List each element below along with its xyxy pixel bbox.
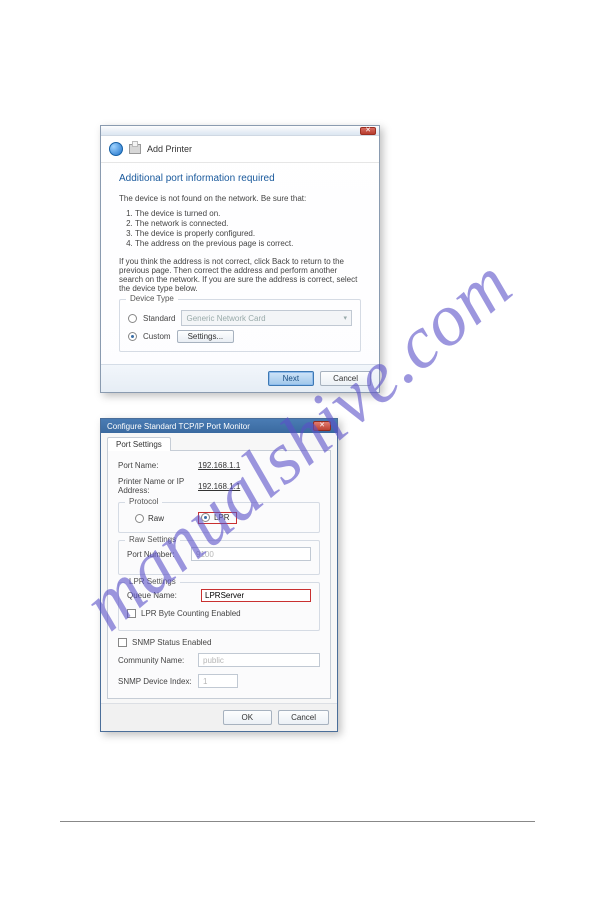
printer-icon	[129, 144, 141, 154]
port-number-input	[191, 547, 311, 561]
list-item: The device is turned on.	[135, 209, 361, 219]
window-title: Configure Standard TCP/IP Port Monitor	[107, 422, 250, 431]
dialog-body: Additional port information required The…	[101, 163, 379, 364]
list-item: The device is properly configured.	[135, 229, 361, 239]
cancel-button[interactable]: Cancel	[320, 371, 371, 386]
protocol-legend: Protocol	[125, 497, 162, 506]
radio-custom[interactable]	[128, 332, 137, 341]
port-number-label: Port Number:	[127, 550, 191, 559]
tabstrip: Port Settings	[107, 437, 331, 451]
intro-text: The device is not found on the network. …	[119, 194, 361, 203]
next-button[interactable]: Next	[268, 371, 314, 386]
lpr-highlight: LPR	[198, 512, 237, 524]
tab-port-settings[interactable]: Port Settings	[107, 437, 171, 451]
queue-name-label: Queue Name:	[127, 591, 201, 600]
dialog-header: Add Printer	[101, 136, 379, 163]
snmp-status-label: SNMP Status Enabled	[132, 638, 211, 647]
checklist: The device is turned on. The network is …	[135, 209, 361, 249]
lpr-settings-group: LPR Settings Queue Name: LPR Byte Counti…	[118, 582, 320, 631]
raw-settings-legend: Raw Settings	[125, 535, 180, 544]
radio-custom-label: Custom	[143, 332, 171, 341]
radio-standard[interactable]	[128, 314, 137, 323]
page-title: Additional port information required	[119, 173, 361, 184]
radio-standard-label: Standard	[143, 314, 175, 323]
back-globe-icon[interactable]	[109, 142, 123, 156]
dialog-body: Port Settings Port Name: 192.168.1.1 Pri…	[101, 433, 337, 703]
dialog-footer: Next Cancel	[101, 364, 379, 392]
lpr-settings-legend: LPR Settings	[125, 577, 180, 586]
settings-button[interactable]: Settings...	[177, 330, 235, 343]
titlebar: ✕	[101, 126, 379, 136]
snmp-status-checkbox[interactable]	[118, 638, 127, 647]
list-item: The address on the previous page is corr…	[135, 239, 361, 249]
chevron-down-icon: ▾	[343, 314, 347, 322]
raw-settings-group: Raw Settings Port Number:	[118, 540, 320, 575]
port-name-label: Port Name:	[118, 461, 198, 470]
community-name-input	[198, 653, 320, 667]
port-name-value: 192.168.1.1	[198, 461, 320, 470]
printer-address-value: 192.168.1.1	[198, 482, 320, 491]
select-value: Generic Network Card	[186, 314, 265, 323]
note-text: If you think the address is not correct,…	[119, 257, 361, 293]
lpr-byte-counting-checkbox[interactable]	[127, 609, 136, 618]
queue-name-input[interactable]	[201, 589, 311, 602]
snmp-device-index-input	[198, 674, 238, 688]
community-name-label: Community Name:	[118, 656, 198, 665]
protocol-group: Protocol Raw LPR	[118, 502, 320, 533]
page-divider	[60, 821, 535, 822]
radio-lpr[interactable]	[201, 513, 210, 522]
tab-panel: Port Name: 192.168.1.1 Printer Name or I…	[107, 450, 331, 699]
cancel-button[interactable]: Cancel	[278, 710, 329, 725]
radio-lpr-label: LPR	[214, 513, 230, 522]
radio-raw-label: Raw	[148, 514, 164, 523]
titlebar: Configure Standard TCP/IP Port Monitor ✕	[101, 419, 337, 433]
standard-network-card-select: Generic Network Card ▾	[181, 310, 352, 326]
radio-raw[interactable]	[135, 514, 144, 523]
lpr-byte-counting-label: LPR Byte Counting Enabled	[141, 609, 241, 618]
dialog-footer: OK Cancel	[101, 703, 337, 731]
list-item: The network is connected.	[135, 219, 361, 229]
close-icon[interactable]: ✕	[313, 421, 331, 431]
device-type-legend: Device Type	[126, 294, 178, 303]
device-type-group: Device Type Standard Generic Network Car…	[119, 299, 361, 352]
add-printer-dialog: ✕ Add Printer Additional port informatio…	[100, 125, 380, 393]
printer-address-label: Printer Name or IP Address:	[118, 477, 198, 495]
snmp-device-index-label: SNMP Device Index:	[118, 677, 198, 686]
tcpip-port-monitor-dialog: Configure Standard TCP/IP Port Monitor ✕…	[100, 418, 338, 732]
close-icon[interactable]: ✕	[360, 127, 376, 135]
breadcrumb: Add Printer	[147, 144, 192, 154]
ok-button[interactable]: OK	[223, 710, 273, 725]
